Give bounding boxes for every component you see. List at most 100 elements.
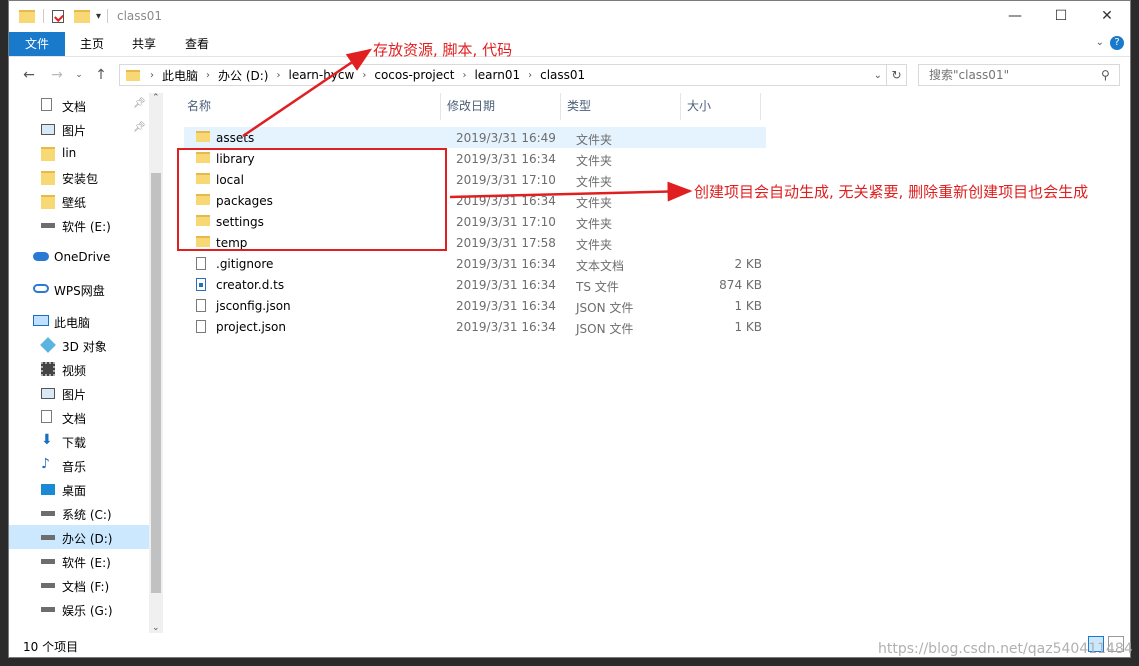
column-header-name[interactable]: 名称 bbox=[187, 93, 211, 120]
forward-arrow-icon[interactable]: → bbox=[47, 65, 67, 85]
navigation-scrollbar[interactable]: ⌃ ⌄ bbox=[149, 93, 163, 633]
sidebar-item-this-pc[interactable]: 此电脑 bbox=[9, 309, 149, 333]
system-drive-icon bbox=[41, 511, 55, 516]
file-row-jsconfig[interactable]: jsconfig.json 2019/3/31 16:34 JSON 文件 1 … bbox=[184, 295, 766, 316]
file-row-creator-d-ts[interactable]: creator.d.ts 2019/3/31 16:34 TS 文件 874 K… bbox=[184, 274, 766, 295]
tab-file[interactable]: 文件 bbox=[9, 32, 65, 56]
item-count: 10 个项目 bbox=[23, 640, 79, 654]
sidebar-item-desktop[interactable]: 桌面 bbox=[9, 477, 149, 501]
file-row-gitignore[interactable]: .gitignore 2019/3/31 16:34 文本文档 2 KB bbox=[184, 253, 766, 274]
search-icon[interactable]: ⚲ bbox=[1101, 68, 1110, 82]
scroll-down-icon[interactable]: ⌄ bbox=[152, 623, 160, 633]
breadcrumb-this-pc[interactable]: 此电脑 bbox=[156, 67, 204, 84]
sidebar-item-drive-d[interactable]: 办公 (D:) bbox=[9, 525, 149, 549]
pin-icon[interactable]: 📌︎ bbox=[133, 122, 146, 133]
back-arrow-icon[interactable]: ← bbox=[19, 65, 39, 85]
properties-icon[interactable] bbox=[52, 9, 64, 23]
sidebar-item-downloads[interactable]: ⬇ 下载 bbox=[9, 429, 149, 453]
file-type: TS 文件 bbox=[576, 280, 619, 294]
folder-icon bbox=[41, 195, 55, 209]
sidebar-item-drive-f[interactable]: 文档 (F:) bbox=[9, 573, 149, 597]
maximize-button[interactable]: ☐ bbox=[1038, 1, 1084, 31]
file-size: 2 KB bbox=[734, 257, 762, 271]
address-bar[interactable]: › 此电脑 › 办公 (D:) › learn-hycw › cocos-pro… bbox=[119, 64, 887, 86]
generated-folders-annotation: 创建项目会自动生成, 无关紧要, 删除重新创建项目也会生成 bbox=[694, 183, 1089, 201]
scrollbar-thumb[interactable] bbox=[151, 173, 161, 593]
column-header-date[interactable]: 修改日期 bbox=[447, 93, 495, 120]
file-type: 文件夹 bbox=[576, 133, 613, 147]
picture-icon bbox=[41, 124, 55, 135]
sidebar-item-installers[interactable]: 安装包 bbox=[9, 165, 149, 189]
tab-home[interactable]: 主页 bbox=[77, 32, 107, 56]
address-dropdown-chevron-icon[interactable]: ⌄ bbox=[874, 70, 882, 81]
sidebar-item-drive-e[interactable]: 软件 (E:) bbox=[9, 549, 149, 573]
search-input[interactable] bbox=[927, 67, 1101, 83]
breadcrumb-learn01[interactable]: learn01 bbox=[468, 68, 526, 82]
sidebar-item-label: 桌面 bbox=[62, 484, 87, 498]
generated-folders-highlight-box bbox=[177, 148, 447, 251]
recent-locations-chevron-icon[interactable]: ⌄ bbox=[69, 65, 89, 85]
cloud-outline-icon bbox=[33, 284, 49, 293]
column-header-size[interactable]: 大小 bbox=[687, 93, 711, 120]
file-size: 1 KB bbox=[734, 320, 762, 334]
file-name: project.json bbox=[216, 320, 286, 334]
column-header-type[interactable]: 类型 bbox=[567, 93, 591, 120]
pin-icon[interactable]: 📌︎ bbox=[133, 98, 146, 109]
breadcrumb-cocos-project[interactable]: cocos-project bbox=[368, 68, 460, 82]
sidebar-item-label: WPS网盘 bbox=[54, 284, 105, 298]
sidebar-item-label: 办公 (D:) bbox=[62, 532, 113, 546]
sidebar-item-onedrive[interactable]: OneDrive bbox=[9, 245, 149, 269]
minimize-button[interactable]: — bbox=[992, 1, 1038, 31]
document-icon bbox=[41, 410, 52, 423]
folder-icon bbox=[19, 9, 35, 23]
sidebar-item-pictures-pinned[interactable]: 图片 📌︎ bbox=[9, 117, 149, 141]
sidebar-item-wps-cloud[interactable]: WPS网盘 bbox=[9, 277, 149, 301]
sidebar-item-drive-c[interactable]: 系统 (C:) bbox=[9, 501, 149, 525]
file-type: 文件夹 bbox=[576, 154, 613, 168]
breadcrumb-drive-d[interactable]: 办公 (D:) bbox=[212, 67, 274, 84]
tab-view[interactable]: 查看 bbox=[182, 32, 212, 56]
file-name: .gitignore bbox=[216, 257, 274, 271]
sidebar-item-documents[interactable]: 文档 bbox=[9, 405, 149, 429]
tab-share[interactable]: 共享 bbox=[129, 32, 159, 56]
scroll-up-icon[interactable]: ⌃ bbox=[152, 93, 160, 103]
help-icon[interactable]: ? bbox=[1110, 36, 1124, 50]
sidebar-item-drive-e-quick[interactable]: 软件 (E:) bbox=[9, 213, 149, 237]
sidebar-item-label: 此电脑 bbox=[54, 316, 91, 330]
sidebar-item-label: 文档 bbox=[62, 100, 87, 114]
sidebar-item-lin[interactable]: lin bbox=[9, 141, 149, 165]
refresh-icon[interactable]: ↻ bbox=[887, 64, 907, 86]
json-file-icon bbox=[196, 299, 206, 312]
desktop-icon bbox=[41, 484, 55, 495]
sidebar-item-drive-g[interactable]: 娱乐 (G:) bbox=[9, 597, 149, 621]
chevron-down-icon[interactable]: ⌄ bbox=[1096, 37, 1104, 48]
file-name: creator.d.ts bbox=[216, 278, 285, 292]
assets-annotation: 存放资源, 脚本, 代码 bbox=[373, 41, 513, 59]
sidebar-item-videos[interactable]: 视频 bbox=[9, 357, 149, 381]
sidebar-item-documents-pinned[interactable]: 文档 📌︎ bbox=[9, 93, 149, 117]
sidebar-item-3d-objects[interactable]: 3D 对象 bbox=[9, 333, 149, 357]
new-folder-icon[interactable] bbox=[74, 9, 90, 23]
close-button[interactable]: ✕ bbox=[1084, 1, 1130, 31]
drive-icon bbox=[41, 535, 55, 540]
explorer-window: ▾ class01 — ☐ ✕ 文件 主页 共享 查看 ⌄ ? ← → ⌄ ↑ … bbox=[8, 0, 1131, 658]
breadcrumb-learn-hycw[interactable]: learn-hycw bbox=[282, 68, 360, 82]
up-arrow-icon[interactable]: ↑ bbox=[91, 65, 111, 85]
sidebar-item-music[interactable]: ♪ 音乐 bbox=[9, 453, 149, 477]
file-date: 2019/3/31 17:10 bbox=[456, 215, 556, 229]
search-box[interactable]: ⚲ bbox=[918, 64, 1120, 86]
computer-icon bbox=[33, 315, 49, 326]
file-row-assets[interactable]: assets 2019/3/31 16:49 文件夹 bbox=[184, 127, 766, 148]
sidebar-item-label: 3D 对象 bbox=[62, 340, 107, 354]
sidebar-item-wallpapers[interactable]: 壁纸 bbox=[9, 189, 149, 213]
sidebar-item-label: 娱乐 (G:) bbox=[62, 604, 113, 618]
document-icon bbox=[41, 98, 52, 111]
file-date: 2019/3/31 16:34 bbox=[456, 194, 556, 208]
drive-icon bbox=[41, 223, 55, 228]
sidebar-item-pictures[interactable]: 图片 bbox=[9, 381, 149, 405]
customize-toolbar-chevron-icon[interactable]: ▾ bbox=[96, 11, 101, 22]
title-bar: ▾ class01 — ☐ ✕ bbox=[9, 1, 1130, 32]
file-row-project-json[interactable]: project.json 2019/3/31 16:34 JSON 文件 1 K… bbox=[184, 316, 766, 337]
file-name: assets bbox=[216, 131, 255, 145]
breadcrumb-class01[interactable]: class01 bbox=[534, 68, 591, 82]
